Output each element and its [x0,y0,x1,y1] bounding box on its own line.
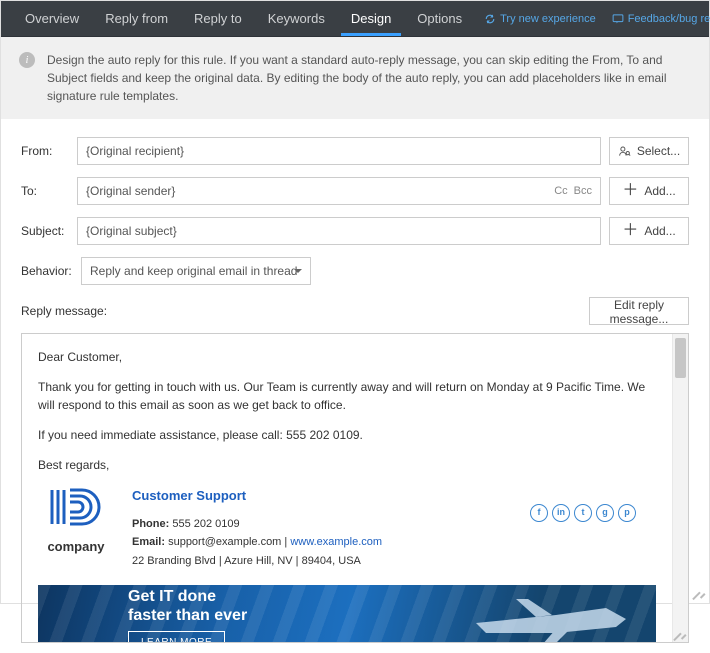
promo-banner[interactable]: Get IT donefaster than ever LEARN MORE [38,585,656,642]
cc-toggle[interactable]: Cc [554,185,567,197]
social-row: f in t g p [530,504,656,571]
add-subject-button[interactable]: ＋ Add... [609,217,689,245]
try-new-experience-link[interactable]: Try new experience [484,13,596,25]
behavior-value: Reply and keep original email in thread [90,264,297,278]
banner-cta-button[interactable]: LEARN MORE [128,631,225,642]
info-icon: i [19,52,35,68]
reply-editor: Dear Customer, Thank you for getting in … [21,333,689,643]
body-paragraph: Thank you for getting in touch with us. … [38,378,656,414]
page-root: Overview Reply from Reply to Keywords De… [0,0,710,604]
to-row: To: {Original sender} Cc Bcc ＋ Add... [21,177,689,205]
form-area: From: {Original recipient} Select... To:… [1,119,709,653]
subject-label: Subject: [21,224,69,238]
bcc-toggle[interactable]: Bcc [574,185,592,197]
edit-reply-button[interactable]: Edit reply message... [589,297,689,325]
plus-icon: ＋ [622,183,638,199]
from-row: From: {Original recipient} Select... [21,137,689,165]
google-icon[interactable]: g [596,504,614,522]
tab-reply-to[interactable]: Reply to [184,1,252,36]
to-input[interactable]: {Original sender} Cc Bcc [77,177,601,205]
scrollbar[interactable] [672,334,688,642]
top-nav: Overview Reply from Reply to Keywords De… [1,1,709,37]
window-resize-handle-icon[interactable] [693,587,705,599]
logo-wordmark: company [47,537,104,557]
behavior-row: Behavior: Reply and keep original email … [21,257,689,285]
resize-handle-icon[interactable] [674,628,686,640]
body-paragraph: If you need immediate assistance, please… [38,426,656,444]
closing: Best regards, [38,456,656,474]
greeting: Dear Customer, [38,348,656,366]
banner-title: Get IT donefaster than ever [128,588,247,625]
from-label: From: [21,144,69,158]
reply-header: Reply message: Edit reply message... [21,297,689,325]
reply-body[interactable]: Dear Customer, Thank you for getting in … [22,334,672,642]
select-from-button[interactable]: Select... [609,137,689,165]
subject-input[interactable]: {Original subject} [77,217,601,245]
signature-name: Customer Support [132,486,382,506]
twitter-icon[interactable]: t [574,504,592,522]
jet-image [466,593,636,642]
signature-address: 22 Branding Blvd | Azure Hill, NV | 8940… [132,553,382,570]
website-link[interactable]: www.example.com [290,536,382,548]
logo-mark-icon [46,486,106,533]
linkedin-icon[interactable]: in [552,504,570,522]
tab-reply-from[interactable]: Reply from [95,1,178,36]
behavior-select[interactable]: Reply and keep original email in thread [81,257,311,285]
info-banner: i Design the auto reply for this rule. I… [1,37,709,119]
to-value: {Original sender} [86,184,175,198]
subject-row: Subject: {Original subject} ＋ Add... [21,217,689,245]
facebook-icon[interactable]: f [530,504,548,522]
person-search-icon [618,145,631,158]
behavior-label: Behavior: [21,264,73,278]
scrollbar-thumb[interactable] [675,338,686,378]
info-text: Design the auto reply for this rule. If … [47,51,691,105]
tab-keywords[interactable]: Keywords [258,1,335,36]
tab-options[interactable]: Options [407,1,472,36]
tab-overview[interactable]: Overview [15,1,89,36]
pinterest-icon[interactable]: p [618,504,636,522]
feedback-link[interactable]: Feedback/bug report [612,13,710,25]
signature-logo: company [38,486,114,571]
add-to-button[interactable]: ＋ Add... [609,177,689,205]
to-label: To: [21,184,69,198]
chevron-down-icon [294,269,302,273]
tab-design[interactable]: Design [341,1,401,36]
signature-details: Customer Support Phone: 555 202 0109 Ema… [132,486,382,571]
plus-icon: ＋ [622,223,638,239]
reply-section-label: Reply message: [21,304,107,318]
feedback-icon [612,13,624,25]
signature-block: company Customer Support Phone: 555 202 … [38,486,656,571]
from-input[interactable]: {Original recipient} [77,137,601,165]
refresh-icon [484,13,496,25]
